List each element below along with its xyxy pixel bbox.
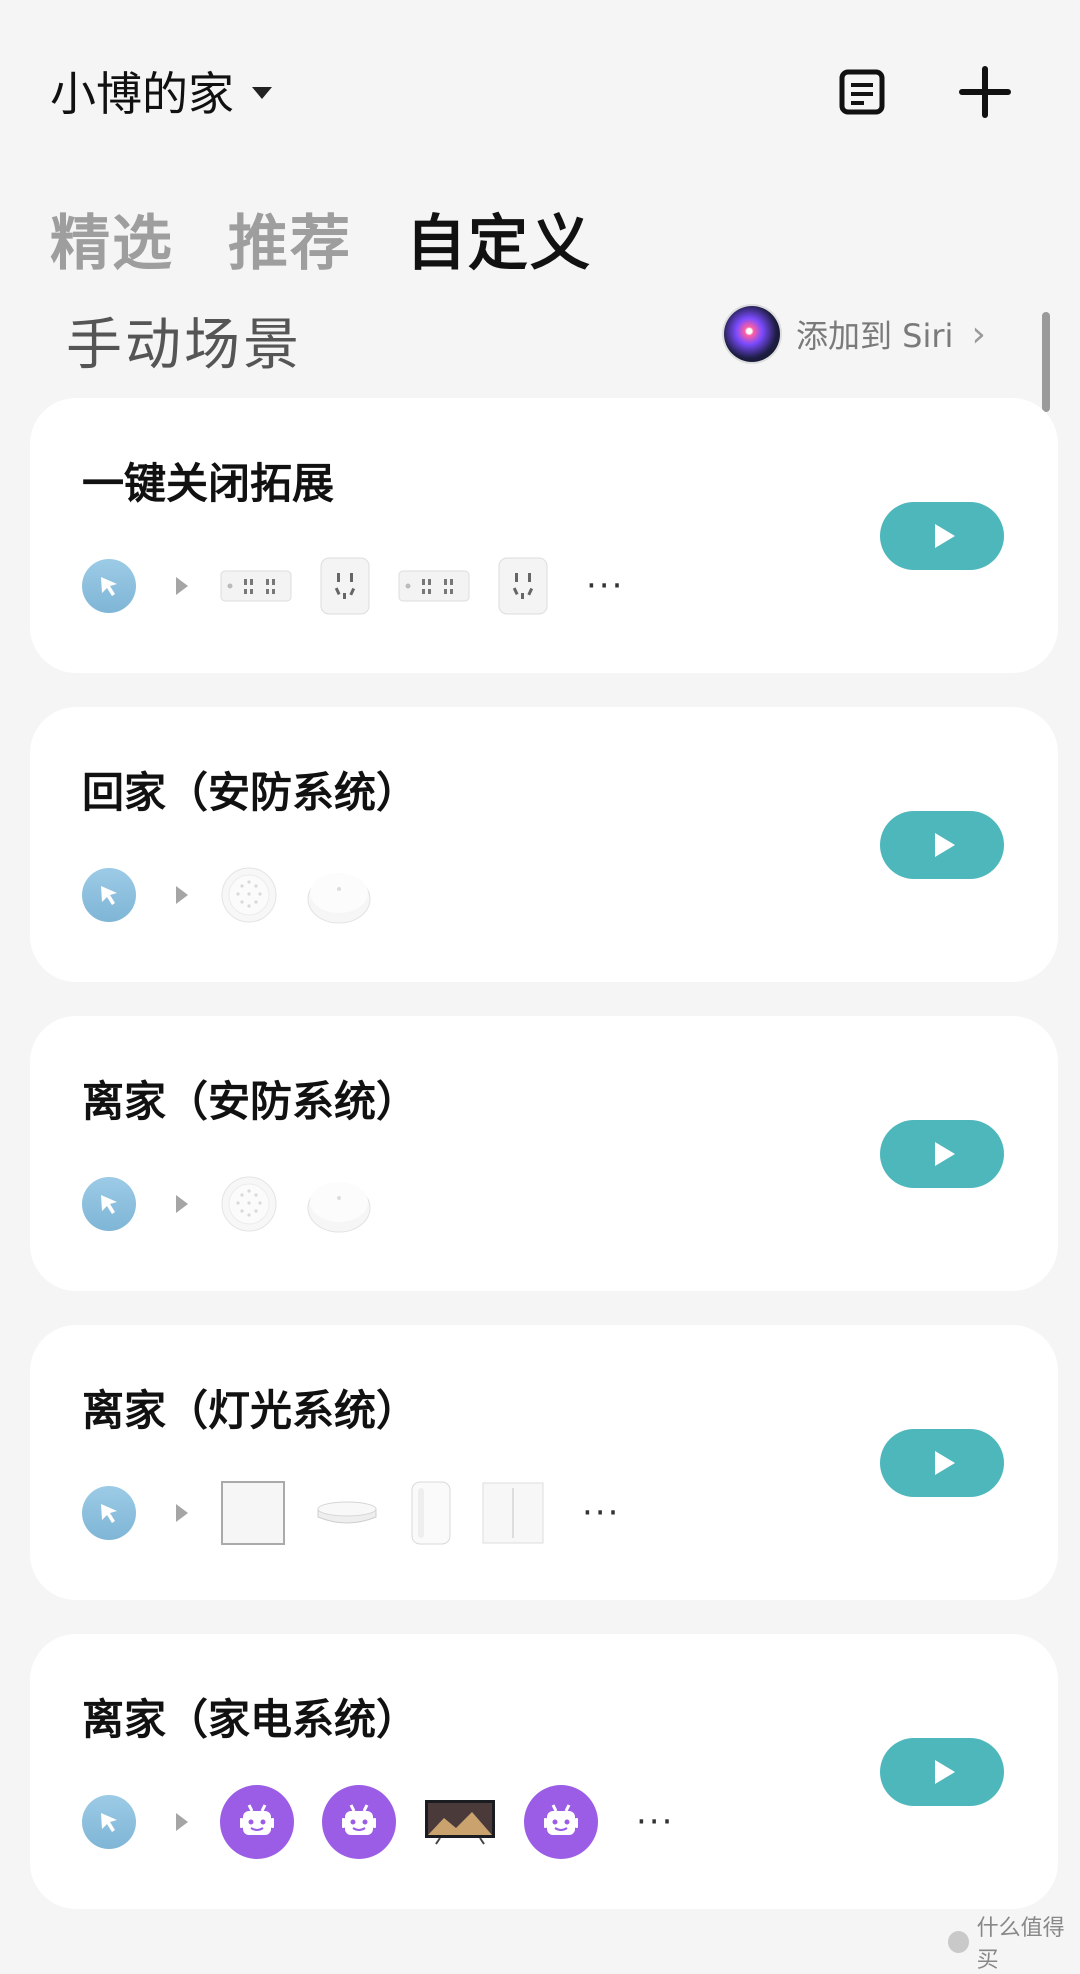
top-bar: 小博的家 (0, 0, 1080, 180)
manual-trigger-icon (82, 1795, 136, 1849)
gateway-icon (220, 866, 278, 924)
arrow-right-icon (176, 577, 188, 595)
robot-icon (322, 1785, 396, 1859)
manual-trigger-icon (82, 1486, 136, 1540)
play-icon (933, 1140, 957, 1168)
play-icon (933, 1449, 957, 1477)
wall-switch-icon (220, 1480, 286, 1546)
run-scene-button[interactable] (880, 811, 1004, 879)
power-strip-icon (398, 569, 470, 603)
scene-device-list: ··· (82, 546, 624, 626)
add-to-siri-link[interactable]: 添加到 Siri › (724, 306, 986, 362)
arrow-right-icon (176, 886, 188, 904)
watermark-logo-icon (948, 1931, 969, 1953)
siri-icon (724, 306, 780, 362)
scrollbar[interactable] (1042, 312, 1050, 412)
run-scene-button[interactable] (880, 1120, 1004, 1188)
scene-card[interactable]: 离家（灯光系统） ··· (30, 1325, 1058, 1600)
play-icon (933, 522, 957, 550)
section-title: 手动场景 (66, 313, 302, 378)
play-icon (933, 831, 957, 859)
scene-device-list: ··· (82, 1782, 674, 1862)
add-icon[interactable] (955, 62, 1015, 122)
arrow-right-icon (176, 1813, 188, 1831)
scene-device-list (82, 1164, 400, 1244)
play-icon (933, 1758, 957, 1786)
scene-card[interactable]: 一键关闭拓展 ··· (30, 398, 1058, 673)
tv-icon (424, 1798, 496, 1846)
scene-tabs: 精选 推荐 自定义 (50, 195, 592, 282)
scene-title: 离家（家电系统） (82, 1695, 419, 1744)
robot-icon (524, 1785, 598, 1859)
gateway-icon (220, 1175, 278, 1233)
scene-device-list: ··· (82, 1473, 620, 1553)
scene-card[interactable]: 回家（安防系统） (30, 707, 1058, 982)
tab-recommended[interactable]: 推荐 (228, 195, 352, 282)
more-devices-icon: ··· (586, 566, 625, 606)
button-sensor-icon (306, 1174, 372, 1234)
ceiling-light-icon (314, 1493, 380, 1533)
run-scene-button[interactable] (880, 1429, 1004, 1497)
scene-title: 离家（灯光系统） (82, 1386, 419, 1435)
manual-trigger-icon (82, 868, 136, 922)
manual-trigger-icon (82, 1177, 136, 1231)
scene-title: 回家（安防系统） (82, 768, 419, 817)
run-scene-button[interactable] (880, 502, 1004, 570)
tab-featured[interactable]: 精选 (50, 195, 174, 282)
wall-socket-icon (498, 557, 548, 615)
chevron-right-icon: › (971, 313, 986, 355)
watermark: 什么值得买 (948, 1910, 1080, 1974)
arrow-right-icon (176, 1504, 188, 1522)
run-scene-button[interactable] (880, 1738, 1004, 1806)
chevron-down-icon (252, 87, 272, 99)
robot-icon (220, 1785, 294, 1859)
power-strip-icon (220, 569, 292, 603)
scene-card[interactable]: 离家（家电系统） ··· (30, 1634, 1058, 1909)
double-switch-icon (482, 1482, 544, 1544)
tab-custom[interactable]: 自定义 (406, 195, 592, 282)
button-sensor-icon (306, 865, 372, 925)
scene-card[interactable]: 离家（安防系统） (30, 1016, 1058, 1291)
wall-socket-icon (320, 557, 370, 615)
log-icon[interactable] (832, 62, 892, 122)
more-devices-icon: ··· (636, 1802, 675, 1842)
home-title: 小博的家 (50, 67, 234, 121)
lamp-icon (408, 1480, 454, 1546)
scene-title: 离家（安防系统） (82, 1077, 419, 1126)
more-devices-icon: ··· (582, 1493, 621, 1533)
scene-title: 一键关闭拓展 (82, 459, 335, 508)
scene-device-list (82, 855, 400, 935)
manual-trigger-icon (82, 559, 136, 613)
home-selector[interactable]: 小博的家 (50, 58, 272, 124)
arrow-right-icon (176, 1195, 188, 1213)
siri-label: 添加到 Siri (796, 317, 954, 355)
